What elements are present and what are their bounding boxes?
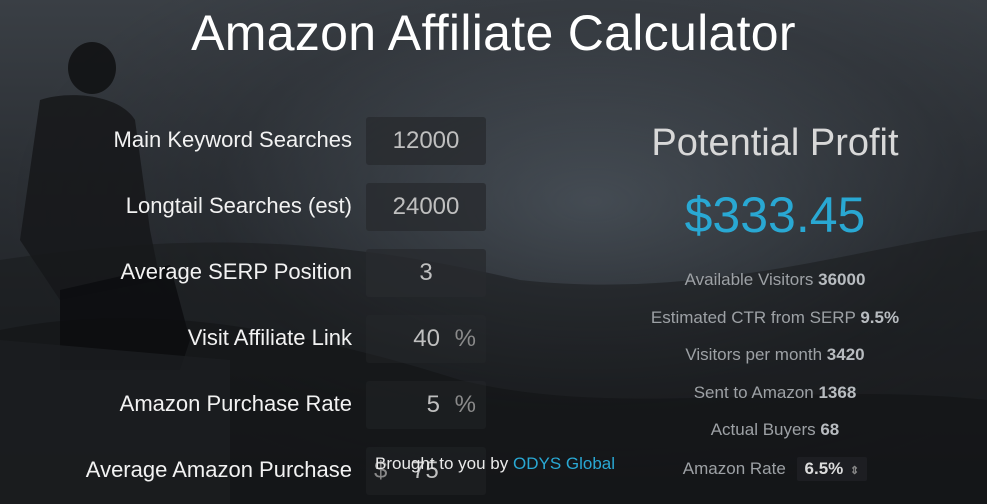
main-keyword-searches-input[interactable]: 12000 [366, 117, 486, 165]
visit-affiliate-link-label: Visit Affiliate Link [187, 325, 352, 350]
input-row-amazon-purchase-rate: Amazon Purchase Rate 5 % [0, 381, 500, 431]
stat-label: Visitors per month [685, 345, 823, 364]
stat-label: Estimated CTR from SERP [650, 308, 856, 327]
amazon-rate-row: Amazon Rate 6.5% ⇕ [560, 457, 987, 481]
longtail-searches-label: Longtail Searches (est) [125, 193, 352, 218]
potential-profit-heading: Potential Profit [651, 122, 899, 164]
average-serp-position-label: Average SERP Position [120, 259, 352, 284]
stat-label: Sent to Amazon [693, 383, 814, 402]
amazon-rate-value: 6.5% [804, 459, 844, 478]
input-row-average-serp-position: Average SERP Position 3 [0, 249, 500, 299]
stat-label: Available Visitors [684, 270, 814, 289]
stat-estimated-ctr: Estimated CTR from SERP 9.5% [560, 308, 987, 328]
input-row-visit-affiliate-link: Visit Affiliate Link 40 % [0, 315, 500, 365]
amazon-purchase-rate-label: Amazon Purchase Rate [119, 391, 352, 416]
visit-affiliate-link-value: 40 [413, 325, 440, 352]
stat-value: 36000 [818, 270, 866, 289]
stat-actual-buyers: Actual Buyers 68 [560, 420, 987, 440]
percent-unit: % [454, 391, 476, 418]
amazon-purchase-rate-input[interactable]: 5 % [366, 381, 486, 429]
visit-affiliate-link-input[interactable]: 40 % [366, 315, 486, 363]
select-arrows-icon: ⇕ [850, 465, 860, 477]
average-serp-position-input[interactable]: 3 [366, 249, 486, 297]
stat-visitors-per-month: Visitors per month 3420 [560, 345, 987, 365]
stat-sent-to-amazon: Sent to Amazon 1368 [560, 383, 987, 403]
average-amazon-purchase-label: Average Amazon Purchase [85, 457, 352, 482]
credit-text: Brought to you by [375, 454, 509, 473]
input-row-longtail-searches: Longtail Searches (est) 24000 [0, 183, 500, 233]
amazon-purchase-rate-value: 5 [426, 391, 440, 418]
credit-line: Brought to you by ODYS Global [375, 454, 615, 474]
amazon-rate-select[interactable]: 6.5% ⇕ [796, 457, 868, 481]
stat-label: Actual Buyers [710, 420, 816, 439]
longtail-searches-input[interactable]: 24000 [366, 183, 486, 231]
odys-global-link[interactable]: ODYS Global [513, 454, 615, 473]
potential-profit-value: $333.45 [684, 187, 866, 243]
percent-unit: % [454, 325, 476, 352]
input-row-main-keyword-searches: Main Keyword Searches 12000 [0, 117, 500, 167]
stat-value: 3420 [826, 345, 865, 364]
page-title: Amazon Affiliate Calculator [191, 5, 796, 61]
stat-value: 9.5% [860, 308, 900, 327]
stat-available-visitors: Available Visitors 36000 [560, 270, 987, 290]
stat-value: 68 [820, 420, 840, 439]
main-keyword-searches-label: Main Keyword Searches [113, 127, 352, 152]
amazon-rate-label: Amazon Rate [682, 459, 786, 478]
stat-value: 1368 [818, 383, 857, 402]
